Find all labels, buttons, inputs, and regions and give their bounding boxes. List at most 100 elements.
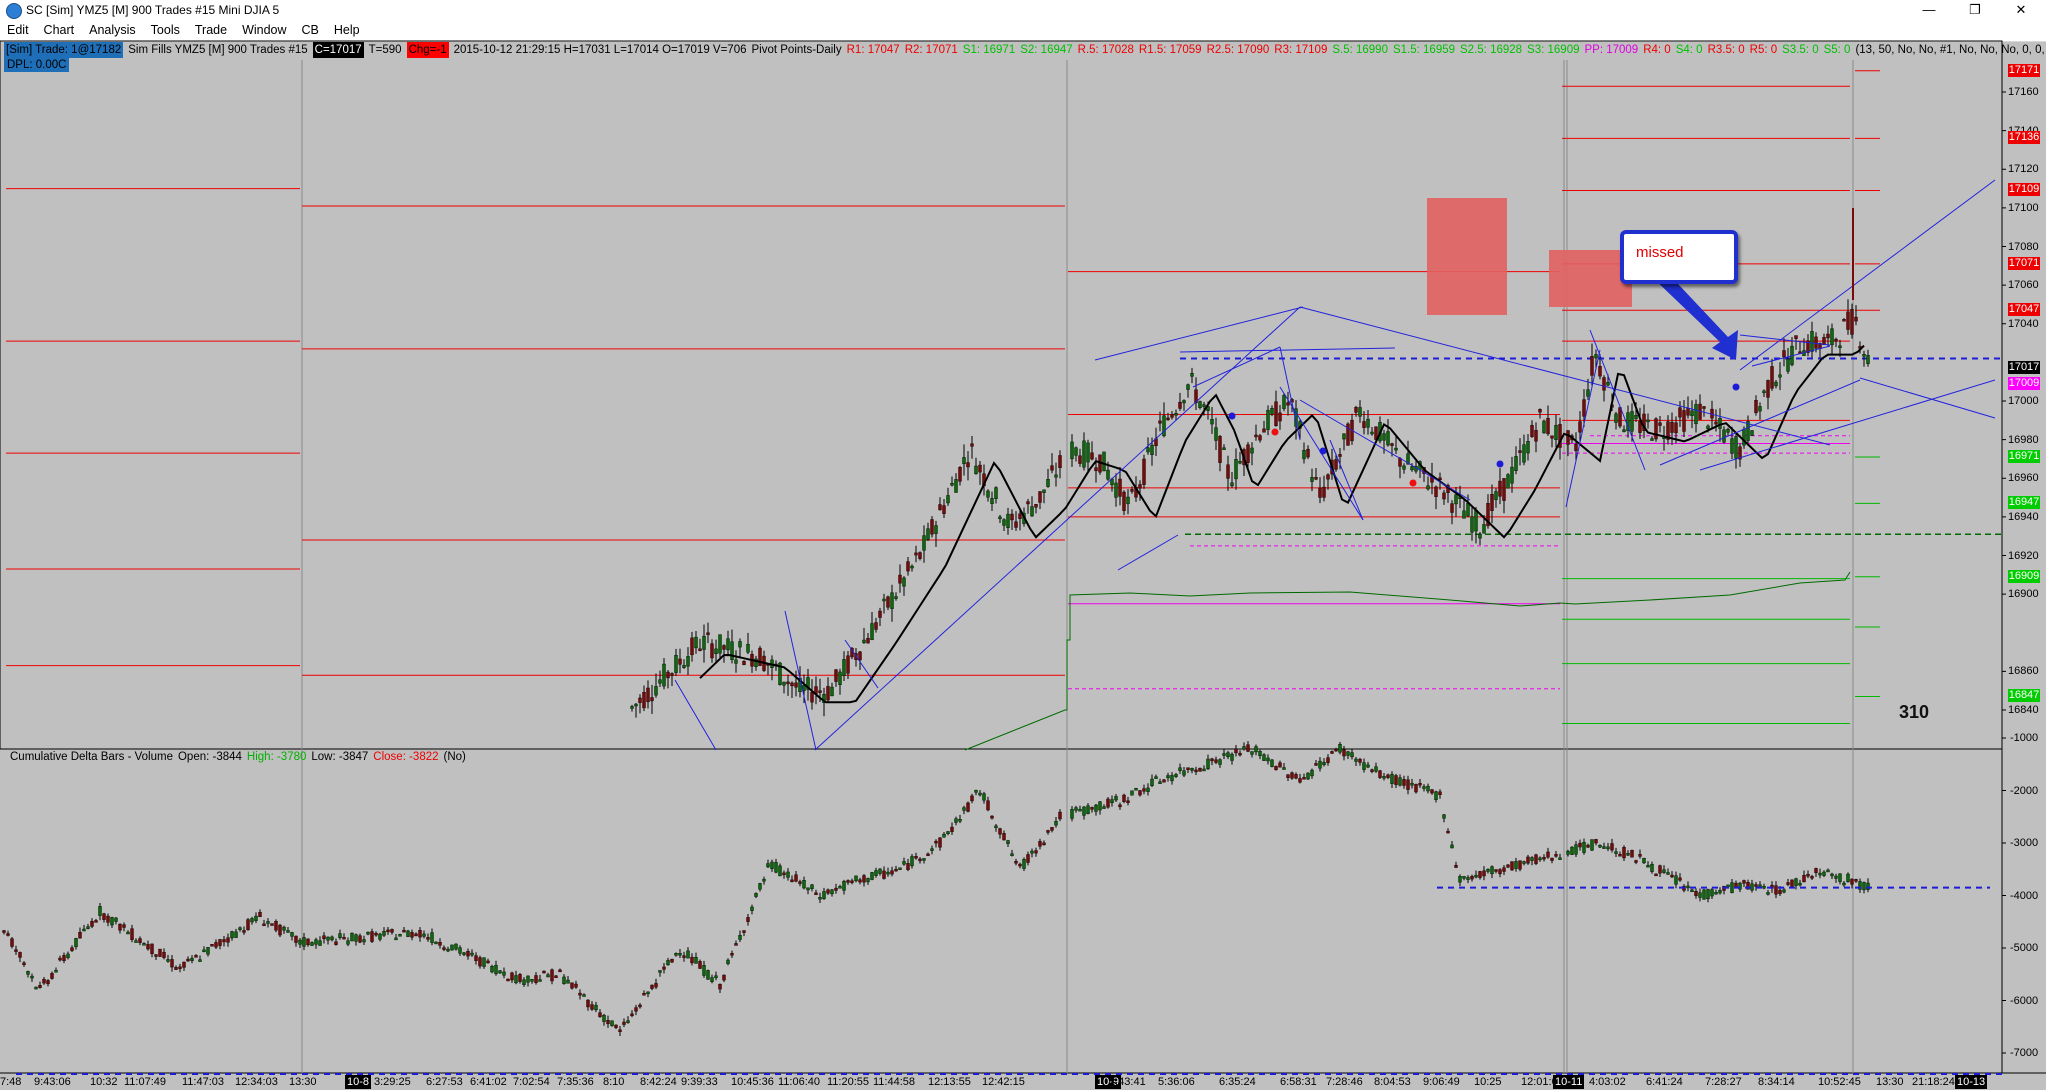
- time-axis-label: 10:45:36: [731, 1076, 774, 1088]
- candle-body-22: [718, 634, 722, 654]
- candle-body-12: [678, 658, 682, 665]
- delta-bar-455: [1834, 875, 1838, 879]
- delta-bar-402: [1622, 847, 1626, 859]
- delta-bar-363: [1462, 876, 1466, 879]
- trendline-6: [1739, 179, 1996, 371]
- delta-bar-188: [754, 893, 758, 897]
- delta-bar-162: [650, 984, 654, 989]
- delta-bar-337: [1358, 758, 1362, 763]
- delta-bar-334: [1346, 751, 1350, 756]
- candle-body-138: [1190, 373, 1194, 377]
- delta-bar-120: [482, 957, 486, 967]
- candle-body-241: [1606, 382, 1610, 386]
- delta-bar-178: [714, 975, 718, 978]
- delta-bar-171: [686, 950, 690, 959]
- delta-bar-24: [98, 906, 102, 916]
- price-axis-label: 17080: [2008, 240, 2039, 253]
- price-axis-label: 17000: [2008, 395, 2039, 407]
- delta-bar-213: [854, 875, 858, 882]
- delta-bar-305: [1230, 753, 1234, 761]
- delta-bar-46: [186, 958, 190, 962]
- delta-bar-399: [1610, 843, 1614, 851]
- delta-bar-377: [1518, 860, 1522, 870]
- candle-body-68: [902, 577, 906, 587]
- delta-bar-133: [534, 975, 538, 983]
- dpl-tag[interactable]: DPL: 0.00C: [4, 58, 70, 72]
- candle-body-226: [1542, 420, 1546, 434]
- time-axis-label: 2:43:41: [1109, 1076, 1146, 1088]
- delta-bar-422: [1702, 889, 1706, 900]
- delta-bar-57: [230, 931, 234, 939]
- delta-bar-48: [194, 955, 198, 958]
- candle-body-86: [974, 465, 978, 475]
- candle-body-273: [1734, 436, 1738, 459]
- delta-bar-276: [1114, 796, 1118, 801]
- candle-body-297: [1830, 328, 1834, 346]
- candle-body-278: [1754, 400, 1758, 413]
- candle-body-51: [834, 669, 838, 682]
- candle-body-234: [1578, 421, 1582, 433]
- delta-bar-195: [782, 872, 786, 876]
- candle-body-236: [1586, 389, 1590, 397]
- price-axis-label: 17060: [2008, 279, 2039, 292]
- price-axis-label: 16840: [2008, 704, 2039, 716]
- delta-bar-116: [466, 951, 470, 957]
- delta-bar-180: [722, 974, 726, 981]
- delta-bar-71: [286, 930, 290, 933]
- candle-body-50: [830, 686, 834, 697]
- price-axis-label: 16940: [2008, 510, 2039, 523]
- candle-body-186: [1382, 433, 1386, 441]
- candle-body-215: [1498, 480, 1502, 497]
- delta-bar-307: [1238, 752, 1242, 756]
- delta-bar-244: [978, 792, 982, 796]
- delta-bar-448: [1806, 874, 1810, 877]
- candle-body-293: [1814, 336, 1818, 349]
- delta-bar-125: [502, 971, 506, 976]
- delta-bar-454: [1830, 873, 1834, 877]
- candle-body-209: [1474, 509, 1478, 532]
- price-axis-label: 17120: [2008, 163, 2039, 176]
- delta-bar-37: [150, 943, 154, 955]
- delta-bar-432: [1742, 880, 1746, 884]
- delta-bar-207: [830, 889, 834, 895]
- delta-bar-41: [166, 959, 170, 962]
- trendline-2: [1117, 534, 1179, 571]
- candle-body-179: [1354, 406, 1358, 413]
- delta-bar-69: [278, 924, 282, 936]
- delta-bar-79: [318, 940, 322, 946]
- pivot-r5: R5: 0: [1749, 44, 1778, 56]
- delta-bar-391: [1578, 842, 1582, 848]
- price-axis-label: 17040: [2008, 317, 2039, 330]
- delta-bar-281: [1134, 788, 1138, 791]
- candle-body-228: [1550, 435, 1554, 439]
- delta-bar-371: [1494, 869, 1498, 872]
- time-axis-day-marker: 10-8: [345, 1075, 372, 1089]
- candle-body-193: [1410, 466, 1414, 471]
- delta-bar-443: [1786, 882, 1790, 885]
- delta-bar-339: [1366, 764, 1370, 768]
- delta-bar-149: [598, 1012, 602, 1018]
- candle-body-39: [786, 681, 790, 685]
- delta-bar-86: [346, 940, 350, 945]
- delta-bar-65: [262, 923, 266, 927]
- chart-canvas[interactable]: [0, 0, 2046, 1090]
- signal-dot-5: [1409, 479, 1417, 487]
- candle-body-28: [742, 661, 746, 666]
- delta-bar-437: [1762, 886, 1766, 889]
- candle-body-62: [878, 610, 882, 618]
- delta-bar-204: [818, 897, 822, 900]
- delta-bar-250: [1002, 833, 1006, 841]
- candle-body-116: [1102, 451, 1106, 472]
- candle-body-190: [1398, 458, 1402, 467]
- sim-trade-tag[interactable]: [Sim] Trade: 1@17182: [4, 42, 124, 58]
- time-axis-day-marker: 10-11: [1553, 1075, 1585, 1089]
- delta-bar-22: [90, 920, 94, 927]
- candle-body-89: [986, 490, 990, 498]
- candle-body-301: [1846, 311, 1850, 330]
- delta-bar-157: [630, 1013, 634, 1017]
- delta-bar-141: [566, 979, 570, 984]
- delta-bar-218: [874, 870, 878, 876]
- time-axis-label: 7:28:46: [1326, 1076, 1363, 1088]
- delta-bar-67: [270, 923, 274, 926]
- delta-bar-63: [254, 915, 258, 921]
